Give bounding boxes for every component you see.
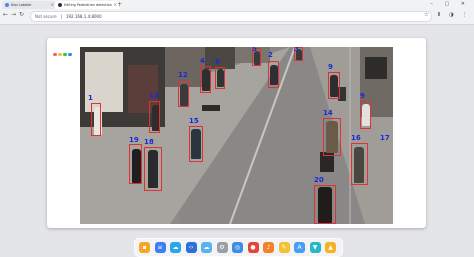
bbox-label: 20 [314,176,324,184]
browser-chrome: Kiwi Labeler × Editing Pedestrian detect… [0,0,474,25]
bbox-label: 3 [294,47,299,53]
bbox-label: 14 [323,109,333,117]
bbox-label: 15 [189,117,199,125]
tab-favicon-icon [5,3,9,7]
files-icon[interactable]: ▪ [139,242,150,253]
window-zoom-dot[interactable] [63,52,67,56]
dock: ▪ ≡ ☁ ‹› ☁ ⚙ ◎ ● ♪ ✎ A ▼ ▲ [134,238,343,257]
tab-label: Editing Pedestrian detection [64,3,112,7]
bbox-label: 9 [360,92,365,100]
tab-kiwi[interactable]: Kiwi Labeler × [2,1,56,9]
music-icon[interactable]: ♪ [263,242,274,253]
labeling-app-window: 1 2 3 4 5 6 9 9 12 13 14 15 16 17 18 19 … [47,38,426,228]
recorder-icon[interactable]: ● [247,242,259,253]
toolbar-icons[interactable]: ☆ ⬇ ◑ ⋮ [424,11,470,19]
bounding-box[interactable] [149,101,160,133]
settings-icon[interactable]: ⚙ [216,242,228,253]
toolbar: ← → ↻ Not secure | 192.168.1.4:8000 ☆ ⬇ ◑ … [0,9,474,23]
bounding-box[interactable] [323,118,341,156]
bbox-label: 13 [149,92,159,100]
store-icon[interactable]: A [294,242,305,253]
forward-icon[interactable]: → [11,11,16,19]
annotated-image-canvas[interactable]: 1 2 3 4 5 6 9 9 12 13 14 15 16 17 18 19 … [80,47,393,224]
bbox-label: 2 [268,51,273,59]
bounding-box[interactable] [215,67,225,89]
bbox-label: 19 [129,136,139,144]
bbox-label: 6 [215,58,220,66]
bounding-box[interactable] [178,80,189,107]
bbox-label: 9 [328,63,333,71]
bbox-label: 12 [178,71,188,79]
bounding-box[interactable] [268,61,279,88]
bounding-box[interactable] [189,126,203,162]
security-indicator[interactable]: Not secure [35,14,57,19]
bbox-label: 5 [252,47,257,53]
bounding-box[interactable] [314,185,336,224]
window-dots [53,41,73,56]
bounding-box[interactable] [328,72,340,99]
bounding-box[interactable] [144,147,162,191]
bbox-label: 17 [380,134,390,142]
bounding-box[interactable] [351,143,368,185]
bbox-label: 16 [351,134,361,142]
bounding-box[interactable] [91,103,101,136]
navigation-icon[interactable]: ▲ [325,242,336,253]
address-bar[interactable]: Not secure | 192.168.1.4:8000 [30,11,432,22]
bounding-box[interactable] [129,144,142,184]
docs-icon[interactable]: ≡ [154,242,166,253]
back-icon[interactable]: ← [3,11,8,19]
window-minimize-dot[interactable] [58,52,62,56]
reload-icon[interactable]: ↻ [19,11,24,19]
window-controls[interactable]: – ▢ ✕ [430,1,470,7]
notes-icon[interactable]: ✎ [278,242,290,253]
vpn-icon[interactable]: ▼ [309,242,321,253]
bounding-box[interactable] [360,101,371,129]
tab-favicon-icon [58,3,62,7]
street-scene-image [80,47,393,224]
window-close-dot[interactable] [53,52,57,56]
tab-label: Kiwi Labeler [11,3,32,7]
url-text: 192.168.1.4:8000 [65,14,102,19]
window-extra-dot[interactable] [68,52,72,56]
weather-icon[interactable]: ☁ [201,242,212,253]
cloud-icon[interactable]: ☁ [170,242,181,253]
tab-close-icon[interactable]: × [51,1,54,9]
code-icon[interactable]: ‹› [185,242,197,253]
bounding-box[interactable] [200,66,211,93]
tab-strip: Kiwi Labeler × Editing Pedestrian detect… [0,0,474,9]
bbox-label: 4 [200,57,205,65]
new-tab-button[interactable]: + [117,1,122,9]
tab-editing[interactable]: Editing Pedestrian detection × [55,1,119,9]
bbox-label: 18 [144,138,154,146]
bbox-label: 1 [88,94,93,102]
browser-icon[interactable]: ◎ [232,242,243,253]
